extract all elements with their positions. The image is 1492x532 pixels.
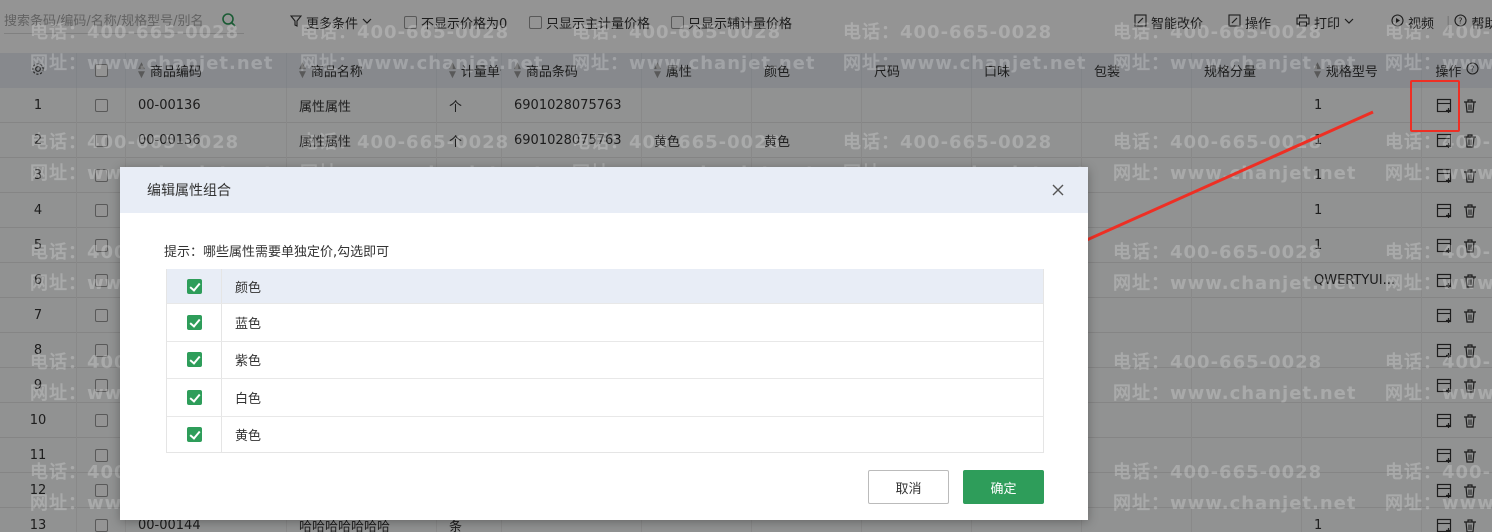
attribute-option-checkbox[interactable]	[186, 352, 202, 368]
cancel-button[interactable]: 取消	[868, 470, 949, 504]
attribute-option-checkbox[interactable]	[186, 314, 202, 330]
attribute-option-row[interactable]: 白色	[167, 379, 1043, 417]
attribute-option-checkbox-cell	[167, 416, 222, 452]
attribute-option-checkbox[interactable]	[186, 427, 202, 443]
dialog-hint: 提示：哪些属性需要单独定价,勾选即可	[164, 245, 390, 260]
close-icon[interactable]	[1052, 180, 1064, 201]
attribute-group-row: 颜色	[167, 269, 1043, 304]
dialog-header: 编辑属性组合	[120, 167, 1088, 213]
attribute-option-checkbox-cell	[167, 341, 222, 378]
attribute-option-checkbox-cell	[167, 379, 222, 416]
edit-attribute-combo-dialog: 编辑属性组合 提示：哪些属性需要单独定价,勾选即可 颜色 蓝色紫色白色黄色 取消…	[120, 167, 1088, 520]
attribute-option-row[interactable]: 紫色	[167, 341, 1043, 379]
attribute-group-label: 颜色	[235, 280, 262, 296]
attribute-option-checkbox[interactable]	[186, 389, 202, 405]
attribute-option-checkbox-cell	[167, 304, 222, 341]
attribute-group-checkbox-cell	[167, 269, 222, 303]
attribute-option-label: 紫色	[235, 354, 262, 370]
attribute-option-label: 黄色	[235, 429, 262, 445]
attribute-list: 颜色 蓝色紫色白色黄色	[166, 269, 1044, 453]
attribute-option-row[interactable]: 蓝色	[167, 304, 1043, 342]
attribute-group-checkbox[interactable]	[186, 278, 202, 294]
attribute-option-label: 白色	[235, 391, 262, 407]
dialog-title: 编辑属性组合	[147, 183, 231, 199]
attribute-options: 蓝色 紫色 白色 黄色	[167, 304, 1043, 452]
confirm-button[interactable]: 确定	[963, 470, 1044, 504]
attribute-option-label: 蓝色	[235, 316, 262, 332]
attribute-option-row[interactable]: 黄色	[167, 416, 1043, 452]
